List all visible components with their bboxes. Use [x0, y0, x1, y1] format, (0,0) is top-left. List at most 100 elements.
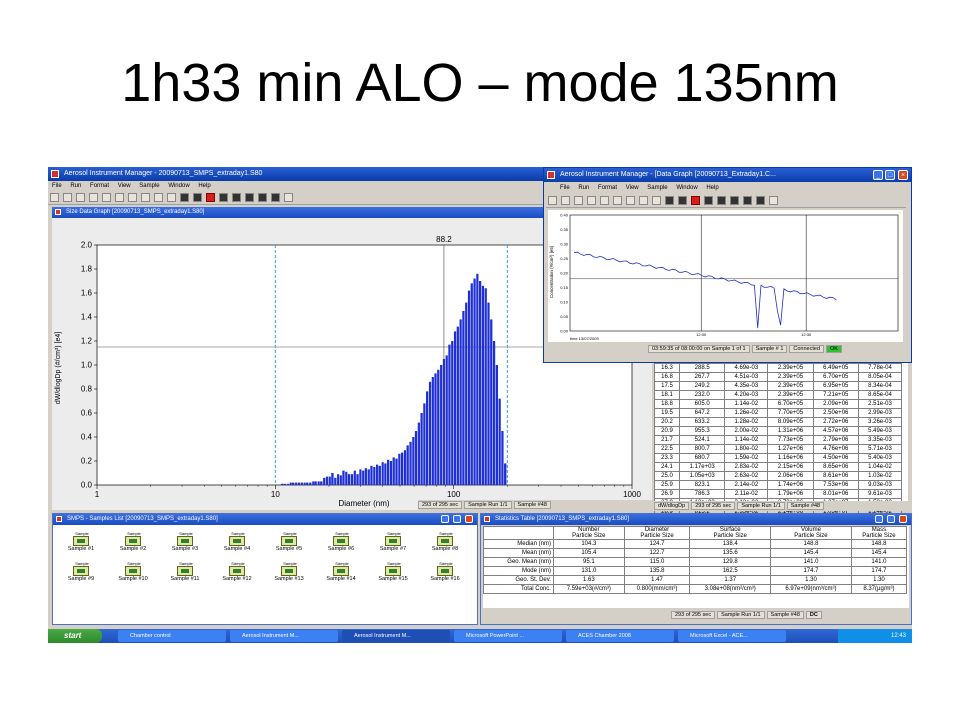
sample-item[interactable]: Sample Sample #11 — [163, 561, 207, 590]
task-chamber-control[interactable]: Chamber control — [118, 630, 226, 642]
close-button[interactable]: × — [898, 170, 908, 180]
dg-open-icon[interactable] — [561, 196, 570, 205]
copy-icon[interactable] — [102, 193, 111, 202]
dg-menu-help[interactable]: Help — [706, 185, 718, 191]
export-icon[interactable] — [89, 193, 98, 202]
minimize-button[interactable]: _ — [873, 170, 883, 180]
menu-file[interactable]: File — [52, 183, 62, 189]
size-bar — [456, 326, 459, 485]
dg-menu-window[interactable]: Window — [676, 185, 697, 191]
raw-data-row: 22.5 800.7 1.80e-02 1.27e+06 4.76e+06 5.71e-0… — [653, 444, 903, 454]
raw-data-cell: 2.50e+06 — [812, 408, 859, 418]
sample-item[interactable]: Sample Sample #7 — [371, 531, 415, 560]
data-graph-window[interactable]: Aerosol Instrument Manager - [Data Graph… — [543, 167, 912, 363]
dg-copy-icon[interactable] — [600, 196, 609, 205]
sample-item[interactable]: Sample Sample #5 — [267, 531, 311, 560]
sample-icon-graphic — [181, 569, 189, 573]
stop-icon[interactable] — [206, 193, 215, 202]
menu-sample[interactable]: Sample — [139, 183, 159, 189]
play-icon[interactable] — [232, 193, 241, 202]
chart-icon[interactable] — [141, 193, 150, 202]
statistics-table-window[interactable]: Statistics Table [20090713_SMPS_extraday… — [480, 513, 912, 625]
close-doc-icon[interactable] — [284, 193, 293, 202]
task-aerosol-2[interactable]: Aerosol Instrument M... — [342, 630, 450, 642]
sample-item[interactable]: Sample Sample #16 — [423, 561, 467, 590]
sample-item[interactable]: Sample Sample #1 — [59, 531, 103, 560]
menu-format[interactable]: Format — [90, 183, 109, 189]
dg-previous-icon[interactable] — [678, 196, 687, 205]
stats-close-button[interactable] — [899, 515, 907, 523]
dg-save-icon[interactable] — [574, 196, 583, 205]
table-icon[interactable] — [154, 193, 163, 202]
dg-new-icon[interactable] — [548, 196, 557, 205]
dg-menu-sample[interactable]: Sample — [647, 185, 667, 191]
graph-icon[interactable] — [167, 193, 176, 202]
record-icon[interactable] — [245, 193, 254, 202]
dg-menu-file[interactable]: File — [560, 185, 570, 191]
print-icon[interactable] — [115, 193, 124, 202]
sample-item[interactable]: Sample Sample #14 — [319, 561, 363, 590]
menu-window[interactable]: Window — [168, 183, 189, 189]
sample-item[interactable]: Sample Sample #12 — [215, 561, 259, 590]
maximize-button[interactable]: □ — [885, 170, 895, 180]
dg-last-icon[interactable] — [756, 196, 765, 205]
sample-item[interactable]: Sample Sample #2 — [111, 531, 155, 560]
save-icon[interactable] — [76, 193, 85, 202]
samples-minimize-button[interactable] — [441, 515, 449, 523]
data-graph-titlebar[interactable]: Aerosol Instrument Manager - [Data Graph… — [544, 168, 911, 182]
statistics-titlebar[interactable]: Statistics Table [20090713_SMPS_extraday… — [481, 514, 911, 525]
sample-item[interactable]: Sample Sample #6 — [319, 531, 363, 560]
raw-data-row: 16.8 267.7 4.51e-03 2.39e+05 6.70e+05 8.05e-0… — [653, 372, 903, 382]
dg-first-icon[interactable] — [665, 196, 674, 205]
stats-minimize-button[interactable] — [875, 515, 883, 523]
sample-item[interactable]: Sample Sample #4 — [215, 531, 259, 560]
dg-next-icon[interactable] — [743, 196, 752, 205]
menu-help[interactable]: Help — [198, 183, 210, 189]
stats-column-header: Number Particle Size — [552, 526, 625, 540]
task-aces-chamber[interactable]: ACES Chamber 2008 — [566, 630, 674, 642]
sample-item[interactable]: Sample Sample #13 — [267, 561, 311, 590]
dg-print-icon[interactable] — [613, 196, 622, 205]
raw-data-cell: 21.7 — [653, 435, 681, 445]
dg-menu-run[interactable]: Run — [578, 185, 589, 191]
last-icon[interactable] — [271, 193, 280, 202]
sample-item[interactable]: Sample Sample #15 — [371, 561, 415, 590]
dg-stop-icon[interactable] — [691, 196, 700, 205]
samples-maximize-button[interactable] — [453, 515, 461, 523]
cut-icon[interactable] — [128, 193, 137, 202]
task-powerpoint[interactable]: Microsoft PowerPoint ... — [454, 630, 562, 642]
dg-record-icon[interactable] — [730, 196, 739, 205]
data-graph-app-icon — [547, 171, 555, 179]
dg-menu-format[interactable]: Format — [598, 185, 617, 191]
size-bar — [280, 483, 284, 485]
first-icon[interactable] — [180, 193, 189, 202]
dg-play-icon[interactable] — [717, 196, 726, 205]
sample-item[interactable]: Sample Sample #8 — [423, 531, 467, 560]
sample-item[interactable]: Sample Sample #3 — [163, 531, 207, 560]
dg-table-icon[interactable] — [639, 196, 648, 205]
dg-menu-view[interactable]: View — [626, 185, 639, 191]
task-excel[interactable]: Microsoft Excel - ACE... — [678, 630, 786, 642]
dg-graph-icon[interactable] — [652, 196, 661, 205]
menu-run[interactable]: Run — [70, 183, 81, 189]
menu-view[interactable]: View — [118, 183, 131, 189]
raw-data-cell: 1.16e+06 — [767, 453, 814, 463]
dg-chart-icon[interactable] — [626, 196, 635, 205]
start-button[interactable]: start — [48, 629, 102, 643]
stats-maximize-button[interactable] — [887, 515, 895, 523]
samples-list-window[interactable]: SMPS - Samples List [20090713_SMPS_extra… — [52, 513, 478, 625]
dg-close-doc-icon[interactable] — [769, 196, 778, 205]
raw-data-cell: 16.8 — [653, 372, 681, 382]
sample-item[interactable]: Sample Sample #10 — [111, 561, 155, 590]
sample-item[interactable]: Sample Sample #9 — [59, 561, 103, 590]
open-icon[interactable] — [63, 193, 72, 202]
samples-list-titlebar[interactable]: SMPS - Samples List [20090713_SMPS_extra… — [53, 514, 477, 525]
previous-icon[interactable] — [193, 193, 202, 202]
dg-pause-icon[interactable] — [704, 196, 713, 205]
next-icon[interactable] — [258, 193, 267, 202]
dg-export-icon[interactable] — [587, 196, 596, 205]
samples-close-button[interactable] — [465, 515, 473, 523]
new-icon[interactable] — [50, 193, 59, 202]
task-aerosol-1[interactable]: Aerosol Instrument M... — [230, 630, 338, 642]
pause-icon[interactable] — [219, 193, 228, 202]
